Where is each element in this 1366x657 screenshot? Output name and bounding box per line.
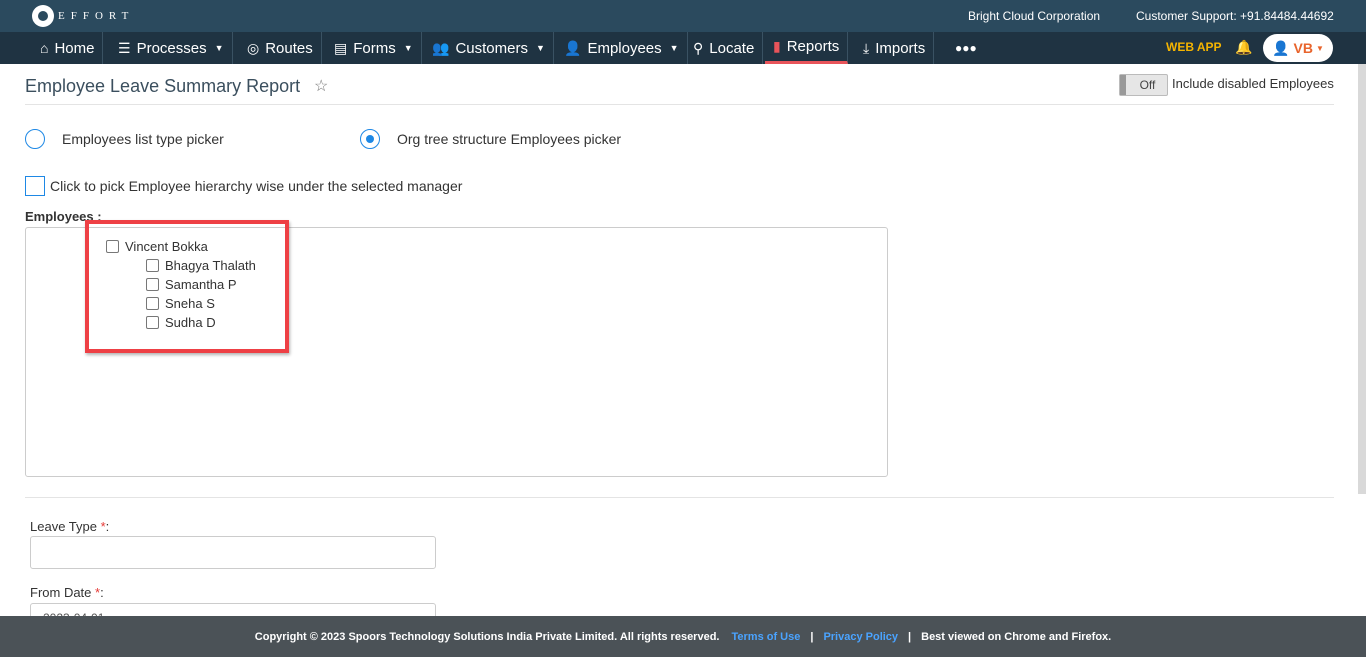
more-icon: ●●● xyxy=(955,41,977,55)
customer-support: Customer Support: +91.84484.44692 xyxy=(1136,9,1334,23)
nav-reports-label: Reports xyxy=(786,38,840,55)
nav-employees[interactable]: 👤 Employees ▼ xyxy=(556,32,688,64)
radio-list-picker[interactable] xyxy=(25,129,45,149)
nav-reports[interactable]: ▮ Reports xyxy=(765,32,849,64)
nav-imports-label: Imports xyxy=(875,39,926,57)
footer-copyright: Copyright © 2023 Spoors Technology Solut… xyxy=(254,630,720,643)
main-nav: ⌂ Home ☰ Processes ▼ ◎ Routes ▤ Forms ▼ … xyxy=(0,32,1366,64)
home-icon: ⌂ xyxy=(40,40,49,56)
list-icon: ☰ xyxy=(118,39,131,56)
leave-type-label: Leave Type *: xyxy=(30,519,110,534)
radio-tree-picker[interactable] xyxy=(360,129,380,149)
privacy-link[interactable]: Privacy Policy xyxy=(823,631,898,643)
chevron-down-icon: ▼ xyxy=(214,43,224,53)
page-scrollbar[interactable] xyxy=(1358,64,1366,494)
nav-more[interactable]: ●●● xyxy=(947,32,985,64)
chevron-down-icon: ▼ xyxy=(1315,43,1324,53)
document-icon: ▤ xyxy=(334,39,348,56)
terms-link[interactable]: Terms of Use xyxy=(731,631,800,643)
from-date-text: From Date xyxy=(30,585,92,600)
nav-forms-label: Forms xyxy=(353,39,396,57)
leave-type-text: Leave Type xyxy=(30,519,97,534)
radio-tree-picker-label: Org tree structure Employees picker xyxy=(397,131,622,147)
nav-routes-label: Routes xyxy=(265,39,313,57)
footer-sep: | xyxy=(908,630,912,643)
user-menu-button[interactable]: 👤 VB ▼ xyxy=(1263,34,1333,62)
users-icon: 👥 xyxy=(432,39,450,56)
report-icon: ▮ xyxy=(773,38,781,54)
bell-icon[interactable]: 🔔 xyxy=(1235,39,1252,56)
nav-processes[interactable]: ☰ Processes ▼ xyxy=(110,32,233,64)
web-app-label[interactable]: WEB APP xyxy=(1166,40,1222,54)
hierarchy-checkbox[interactable] xyxy=(25,176,45,196)
required-mark: * xyxy=(95,585,101,600)
leave-type-input[interactable] xyxy=(30,536,436,569)
nav-routes[interactable]: ◎ Routes xyxy=(239,32,322,64)
map-pin-icon: ⚲ xyxy=(693,39,704,56)
top-bar: EFFORT Bright Cloud Corporation Customer… xyxy=(0,0,1366,32)
required-mark: * xyxy=(100,519,106,534)
logo-text: EFFORT xyxy=(58,10,135,22)
user-icon: 👤 xyxy=(1272,39,1290,56)
favorite-star-icon[interactable]: ☆ xyxy=(314,76,328,96)
company-name: Bright Cloud Corporation xyxy=(968,9,1101,23)
nav-customers-label: Customers xyxy=(455,39,528,57)
effort-logo[interactable]: EFFORT xyxy=(32,4,134,28)
include-disabled-toggle[interactable]: Off xyxy=(1119,74,1168,96)
download-icon: ⤓ xyxy=(863,39,870,56)
nav-home-label: Home xyxy=(54,39,95,57)
nav-imports[interactable]: ⤓ Imports xyxy=(855,32,935,64)
chevron-down-icon: ▼ xyxy=(669,43,679,53)
logo-icon xyxy=(32,5,54,27)
user-icon: 👤 xyxy=(564,39,582,56)
divider xyxy=(25,497,1334,498)
footer-best-viewed: Best viewed on Chrome and Firefox. xyxy=(921,630,1112,643)
chevron-down-icon: ▼ xyxy=(535,43,545,53)
radio-list-picker-label: Employees list type picker xyxy=(62,131,224,147)
nav-forms[interactable]: ▤ Forms ▼ xyxy=(326,32,422,64)
user-initials: VB xyxy=(1293,40,1313,56)
divider xyxy=(25,104,1334,105)
hierarchy-checkbox-label: Click to pick Employee hierarchy wise un… xyxy=(50,178,463,194)
footer-sep: | xyxy=(810,630,814,643)
nav-employees-label: Employees xyxy=(587,39,662,57)
nav-processes-label: Processes xyxy=(136,39,207,57)
toggle-state: Off xyxy=(1139,78,1156,92)
nav-home[interactable]: ⌂ Home xyxy=(32,32,104,64)
include-disabled-label: Include disabled Employees xyxy=(1172,76,1334,91)
nav-locate[interactable]: ⚲ Locate xyxy=(685,32,764,64)
nav-locate-label: Locate xyxy=(709,39,755,57)
chevron-down-icon: ▼ xyxy=(403,43,413,53)
from-date-label: From Date *: xyxy=(30,585,104,600)
nav-customers[interactable]: 👥 Customers ▼ xyxy=(424,32,554,64)
page-title: Employee Leave Summary Report xyxy=(25,76,301,96)
footer: Copyright © 2023 Spoors Technology Solut… xyxy=(0,616,1366,657)
highlight-box xyxy=(85,220,289,353)
target-icon: ◎ xyxy=(247,39,260,56)
